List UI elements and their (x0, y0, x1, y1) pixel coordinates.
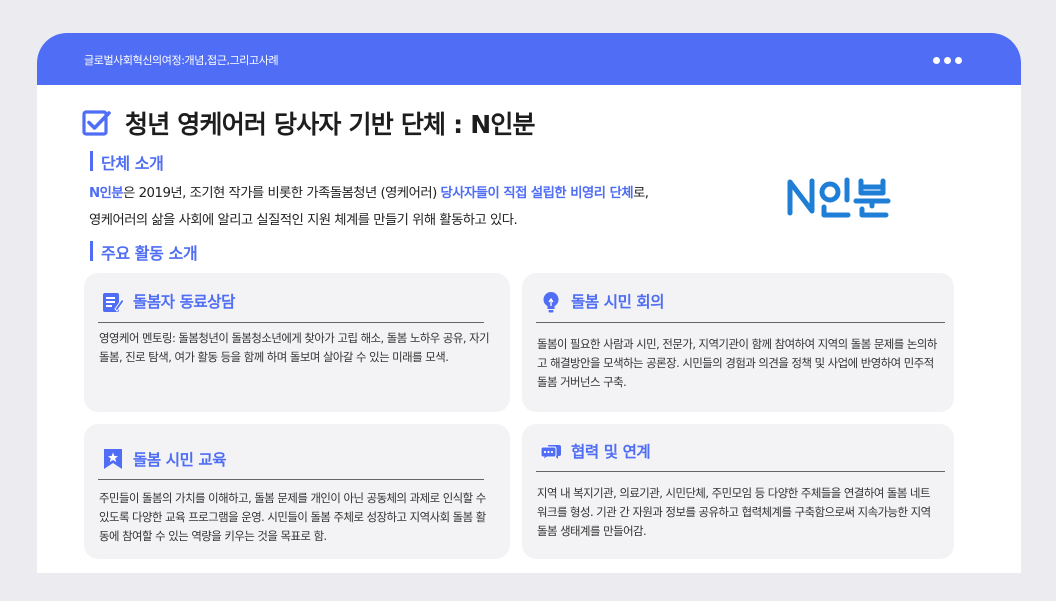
activity-card-peer-counseling: 돌봄자 동료상담 영영케어 멘토링: 돌봄청년이 돌봄청소년에게 찾아가 고립 … (84, 273, 510, 412)
slide-card: 글로벌사회혁신의여정:개념,접근,그리고사례 청년 영케어러 당사자 기반 단체… (37, 33, 1021, 573)
divider (98, 322, 484, 323)
activity-title: 협력 및 연계 (571, 443, 651, 461)
activity-description: 지역 내 복지기관, 의료기관, 시민단체, 주민모임 등 다양한 주체들을 연… (537, 486, 931, 538)
checkbox-icon (82, 110, 111, 136)
bookmark-star-icon (104, 449, 122, 469)
more-dots-icon[interactable] (933, 57, 962, 64)
divider (98, 479, 484, 480)
divider (536, 471, 945, 472)
intro-highlight-name: N인분 (89, 186, 124, 201)
dot (955, 57, 962, 64)
activities-heading: 주요 활동 소개 (90, 240, 198, 264)
chat-bubbles-icon (540, 445, 561, 462)
top-bar: 글로벌사회혁신의여정:개념,접근,그리고사례 (37, 33, 1021, 85)
lightbulb-icon (543, 292, 559, 313)
memo-icon (103, 293, 124, 312)
activity-card-cooperation: 협력 및 연계 지역 내 복지기관, 의료기관, 시민단체, 주민모임 등 다양… (522, 424, 954, 559)
intro-text-2: 로, (633, 186, 649, 201)
dot (944, 57, 951, 64)
activity-title: 돌봄 시민 회의 (571, 293, 665, 311)
page-title: 청년 영케어러 당사자 기반 단체 : N인분 (125, 110, 536, 139)
activity-title: 돌봄자 동료상담 (133, 293, 236, 311)
activity-title: 돌봄 시민 교육 (133, 451, 227, 469)
n-inbun-logo (787, 177, 891, 218)
intro-highlight-phrase: 당사자들이 직접 설립한 비영리 단체 (440, 186, 634, 201)
activity-card-citizen-council: 돌봄 시민 회의 돌봄이 필요한 사람과 시민, 전문가, 지역기관이 함께 참… (522, 273, 954, 412)
activity-description: 영영케어 멘토링: 돌봄청년이 돌봄청소년에게 찾아가 고립 해소, 돌봄 노하… (99, 331, 490, 364)
divider (536, 322, 945, 323)
dot (933, 57, 940, 64)
activity-description: 주민들이 돌봄의 가치를 이해하고, 돌봄 문제를 개인이 아닌 공동체의 과제… (99, 491, 486, 543)
topbar-title: 글로벌사회혁신의여정:개념,접근,그리고사례 (84, 54, 279, 67)
activity-card-citizen-education: 돌봄 시민 교육 주민들이 돌봄의 가치를 이해하고, 돌봄 문제를 개인이 아… (84, 424, 510, 559)
intro-text-1: 은 2019년, 조기현 작가를 비롯한 가족돌봄청년 (영케어러) (123, 186, 441, 201)
intro-text: N인분은 2019년, 조기현 작가를 비롯한 가족돌봄청년 (영케어러) 당사… (89, 180, 769, 234)
intro-heading: 단체 소개 (90, 150, 164, 174)
activity-description: 돌봄이 필요한 사람과 시민, 전문가, 지역기관이 함께 참여하여 지역의 돌… (537, 337, 937, 389)
intro-line-2: 영케어러의 삶을 사회에 알리고 실질적인 지원 체계를 만들기 위해 활동하고… (89, 213, 518, 228)
